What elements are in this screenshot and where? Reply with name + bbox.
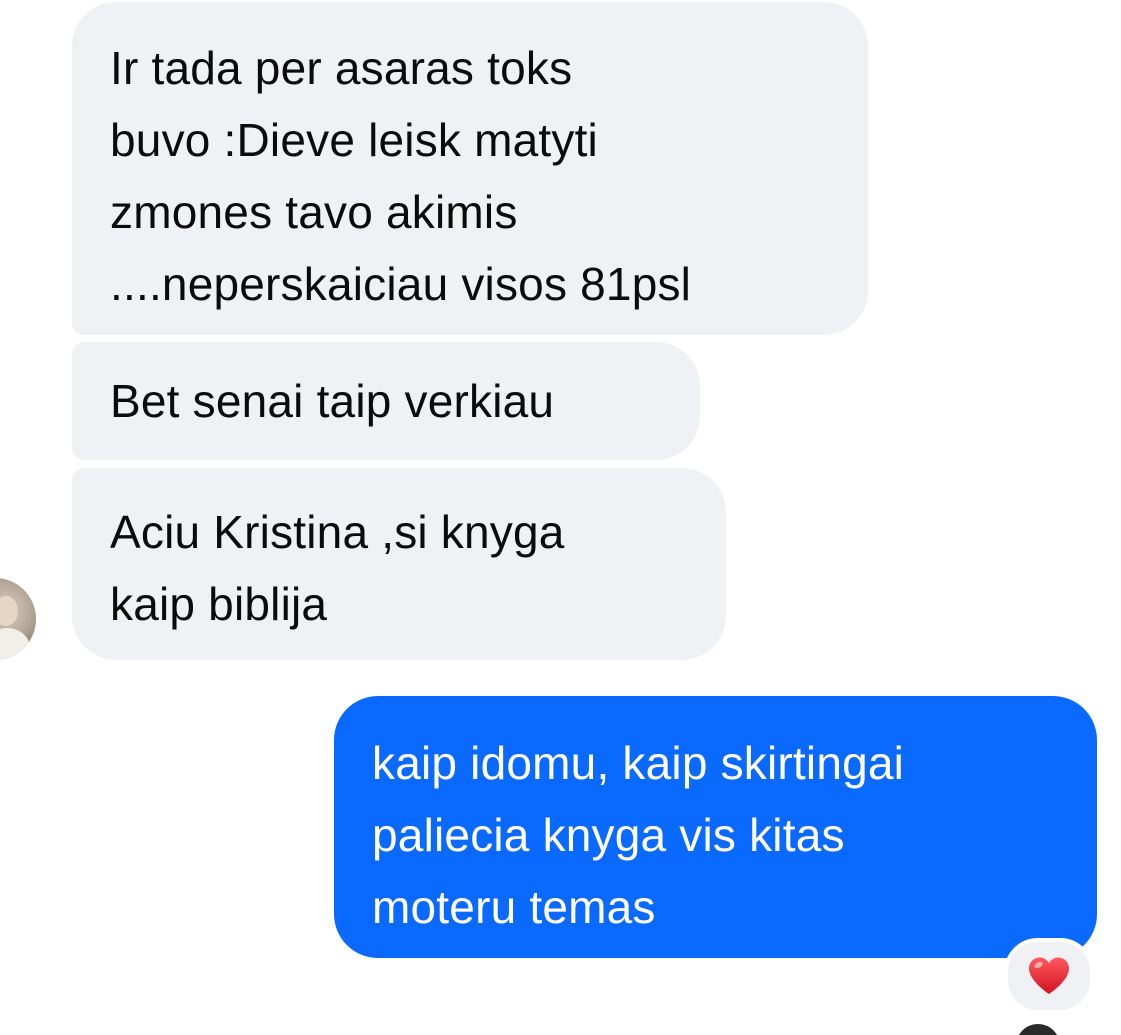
message-text-line: kaip idomu, kaip skirtingai <box>372 737 905 789</box>
heart-icon <box>1029 957 1069 994</box>
outgoing-message-bubble[interactable]: kaip idomu, kaip skirtingai paliecia kny… <box>334 696 1097 958</box>
incoming-message-bubble[interactable]: Ir tada per asaras toks buvo :Dieve leis… <box>72 2 868 335</box>
message-text-line: moteru temas <box>372 881 656 933</box>
avatar-face <box>0 596 18 626</box>
sender-avatar[interactable] <box>0 578 36 660</box>
message-text-line: kaip biblija <box>110 578 328 630</box>
message-text-line: buvo :Dieve leisk matyti <box>110 114 598 166</box>
message-reaction[interactable] <box>1004 938 1094 1014</box>
message-thread: Ir tada per asaras toks buvo :Dieve leis… <box>0 0 1121 1035</box>
incoming-message-bubble[interactable]: Aciu Kristina ,si knyga kaip biblija <box>72 468 726 660</box>
read-receipt-avatar <box>1016 1024 1060 1035</box>
message-text-line: Bet senai taip verkiau <box>110 375 555 427</box>
avatar-shirt <box>0 628 30 660</box>
message-text-line: zmones tavo akimis <box>110 186 518 238</box>
message-text-line: Aciu Kristina ,si knyga <box>110 506 565 558</box>
incoming-message-bubble[interactable]: Bet senai taip verkiau <box>72 342 700 460</box>
message-text-line: ....neperskaiciau visos 81psl <box>110 258 692 310</box>
message-text-line: paliecia knyga vis kitas <box>372 809 845 861</box>
message-text-line: Ir tada per asaras toks <box>110 42 573 94</box>
